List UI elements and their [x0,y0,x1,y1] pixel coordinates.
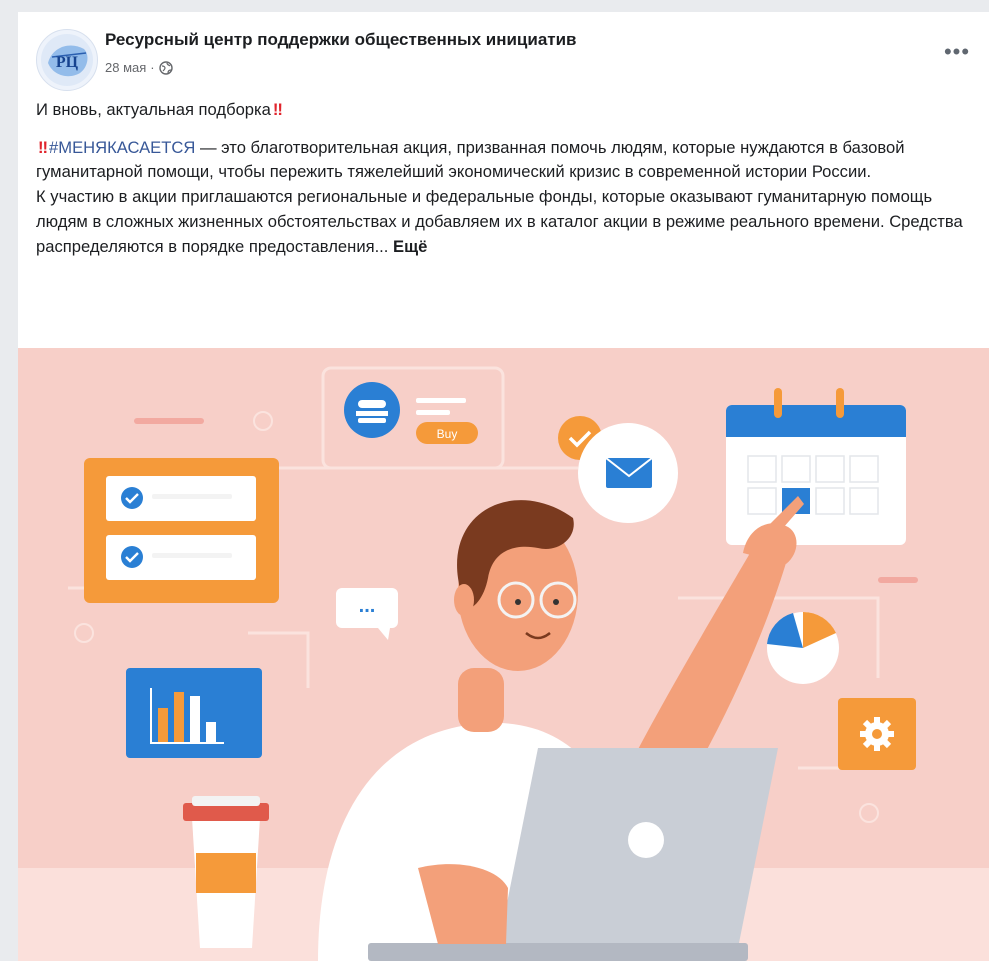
illustration: Buy ... [18,348,989,961]
post-image[interactable]: Buy ... [18,348,989,961]
svg-text:РЦ: РЦ [56,54,79,71]
chat-dots-label: ... [359,595,376,617]
post-line-1: И вновь, актуальная подборка ‼ [36,98,981,123]
see-more-link[interactable]: Ещё [388,237,427,256]
post-header: РЦ Ресурсный центр поддержки общественны… [18,12,989,92]
page-avatar[interactable]: РЦ [36,29,98,91]
logo-icon: РЦ [41,34,93,86]
paragraph-2-text: К участию в акции приглашаются региональ… [36,187,963,256]
more-options-button[interactable]: ••• [943,39,971,64]
post-paragraph-2: К участию в акции приглашаются региональ… [36,185,981,259]
double-exclamation-emoji-2: ‼ [38,137,48,157]
meta-separator: · [150,60,155,75]
post-text: И вновь, актуальная подборка ‼ ‼ #МЕНЯКАСА… [36,98,981,259]
hashtag-link[interactable]: #МЕНЯКАСАЕТСЯ [49,138,195,157]
post-meta: 28 мая · [105,60,173,75]
post-date[interactable]: 28 мая [105,60,146,75]
double-exclamation-emoji: ‼ [272,100,283,119]
buy-label: Buy [437,427,458,441]
post-line-1-text: И вновь, актуальная подборка [36,100,271,119]
post-paragraph-1: ‼ #МЕНЯКАСАЕТСЯ — это благотворительная а… [36,136,981,185]
globe-icon[interactable] [158,60,173,75]
post-card: РЦ Ресурсный центр поддержки общественны… [18,12,989,961]
page-name-link[interactable]: Ресурсный центр поддержки общественных и… [105,30,577,50]
more-horizontal-icon: ••• [943,39,971,64]
